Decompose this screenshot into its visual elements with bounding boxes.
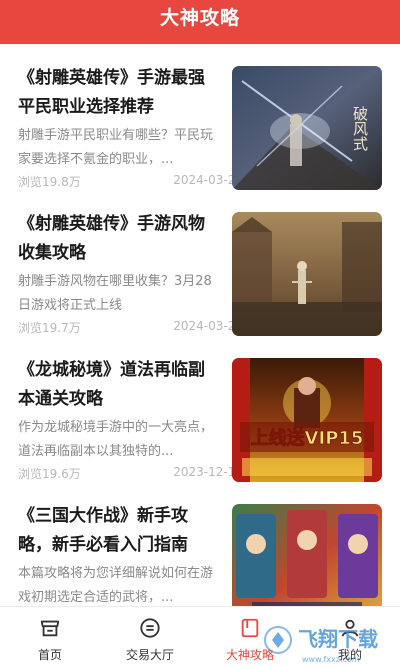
article-list[interactable]: 《射雕英雄传》手游最强平民职业选择推荐 射雕手游平民职业有哪些？平民玩家要选择不…: [0, 44, 400, 606]
article-card[interactable]: 《三国大作战》新手攻略，新手必看入门指南 本篇攻略将为您详细解说如何在游戏初期选…: [0, 482, 400, 606]
exchange-icon: [140, 618, 160, 638]
profile-icon: [341, 619, 359, 637]
article-summary: 射雕手游风物在哪里收集？3月28日游戏将正式上线: [18, 274, 212, 313]
thumbnail-image: [232, 212, 382, 336]
bottom-tab-bar: 首页 交易大厅 大神攻略 我的: [0, 606, 400, 667]
article-title[interactable]: 《龙城秘境》道法再临副本通关攻略: [18, 356, 218, 414]
thumbnail-image: 破风式: [232, 66, 382, 190]
article-title[interactable]: 《射雕英雄传》手游最强平民职业选择推荐: [18, 64, 218, 122]
view-count: 浏览19.8万: [18, 175, 81, 189]
tab-label: 大神攻略: [225, 648, 274, 662]
article-thumbnail[interactable]: [232, 212, 382, 336]
article-summary: 作为龙城秘境手游中的一大亮点，道法再临副本以其独特的...: [18, 420, 214, 459]
tab-label: 交易大厅: [125, 648, 174, 662]
tab-home[interactable]: 首页: [0, 607, 100, 667]
view-count: 浏览19.6万: [18, 467, 81, 481]
tab-profile[interactable]: 我的: [300, 607, 400, 667]
tab-label: 我的: [337, 648, 362, 662]
tab-guides[interactable]: 大神攻略: [200, 607, 300, 667]
article-thumbnail[interactable]: 破风式: [232, 66, 382, 190]
article-summary: 射雕手游平民职业有哪些？平民玩家要选择不氪金的职业，...: [18, 128, 214, 167]
article-thumbnail[interactable]: [232, 504, 382, 606]
thumbnail-caption: 上线送VIP15: [251, 427, 364, 449]
home-store-icon: [40, 620, 60, 637]
page-title: 大神攻略: [159, 6, 240, 29]
article-card[interactable]: 《射雕英雄传》手游最强平民职业选择推荐 射雕手游平民职业有哪些？平民玩家要选择不…: [0, 44, 400, 190]
article-summary: 本篇攻略将为您详细解说如何在游戏初期选定合适的武将，...: [18, 566, 214, 605]
thumbnail-image: 上线送VIP15: [232, 358, 382, 482]
tab-trading-hall[interactable]: 交易大厅: [100, 607, 200, 667]
article-card[interactable]: 《龙城秘境》道法再临副本通关攻略 作为龙城秘境手游中的一大亮点，道法再临副本以其…: [0, 336, 400, 482]
header-bar: 大神攻略: [0, 0, 400, 44]
article-title[interactable]: 《射雕英雄传》手游风物收集攻略: [18, 210, 218, 268]
view-count: 浏览19.7万: [18, 321, 81, 335]
article-title[interactable]: 《三国大作战》新手攻略，新手必看入门指南: [18, 502, 218, 560]
article-thumbnail[interactable]: 上线送VIP15: [232, 358, 382, 482]
thumbnail-caption: 破风式: [351, 106, 369, 151]
guide-book-icon: [241, 618, 259, 638]
article-card[interactable]: 《射雕英雄传》手游风物收集攻略 射雕手游风物在哪里收集？3月28日游戏将正式上线…: [0, 190, 400, 336]
tab-label: 首页: [37, 648, 62, 662]
thumbnail-image: [232, 504, 382, 606]
